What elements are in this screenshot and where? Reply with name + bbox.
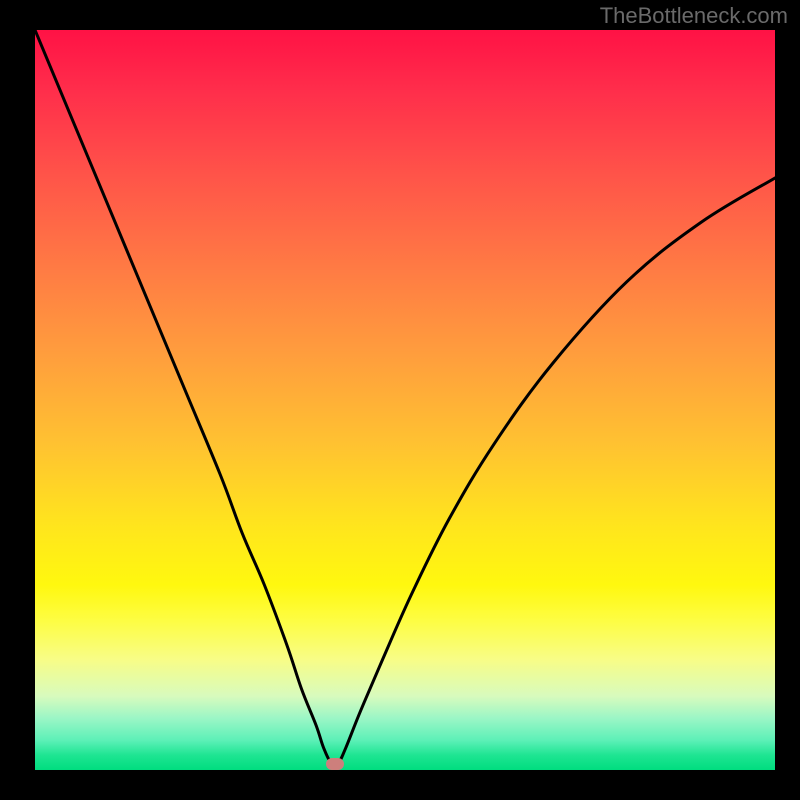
attribution-text: TheBottleneck.com: [600, 3, 788, 29]
optimal-point-marker: [326, 758, 344, 770]
chart-frame: TheBottleneck.com: [0, 0, 800, 800]
bottleneck-curve: [35, 30, 775, 770]
plot-area: [35, 30, 775, 770]
